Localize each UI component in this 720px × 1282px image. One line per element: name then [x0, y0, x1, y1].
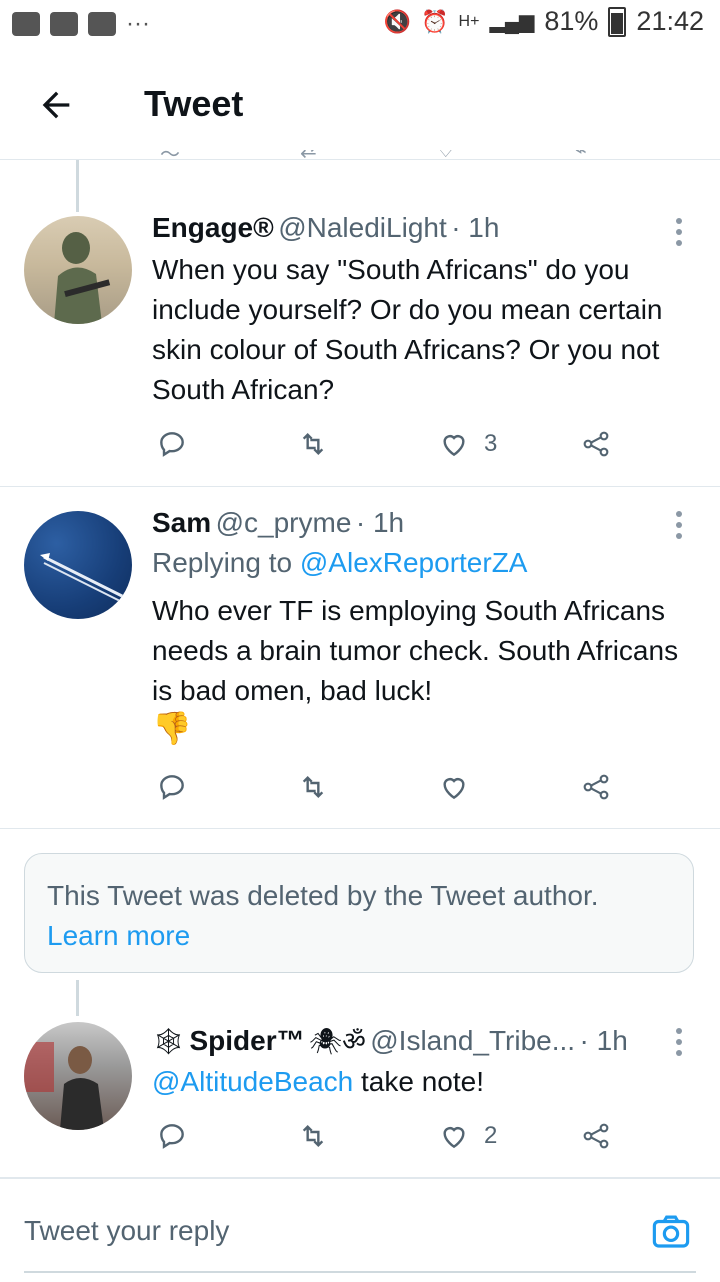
- heart-icon: [443, 778, 465, 800]
- page-title: Tweet: [144, 83, 244, 124]
- tweet-actions: 2: [156, 1120, 616, 1160]
- retweet-button[interactable]: [296, 771, 330, 803]
- tweet-time: · 1h: [579, 1025, 628, 1056]
- news-icon: [88, 12, 116, 36]
- like-count: 2: [484, 1122, 498, 1149]
- author-handle[interactable]: @NalediLight: [278, 212, 447, 243]
- clock: 21:42: [636, 6, 704, 36]
- share-button[interactable]: [580, 428, 612, 460]
- tweet-2[interactable]: Sam @c_pryme · 1h Replying to @AlexRepor…: [0, 487, 720, 828]
- more-options-icon[interactable]: [676, 1028, 684, 1061]
- tweet-time: · 1h: [451, 212, 500, 243]
- reply-icon: [160, 1124, 184, 1149]
- author-name[interactable]: Sam: [152, 507, 211, 538]
- share-button[interactable]: [580, 1120, 612, 1152]
- avatar[interactable]: [24, 511, 132, 619]
- divider: [0, 828, 720, 829]
- tweet-text: Who ever TF is employing South Africans …: [152, 595, 679, 706]
- reply-button[interactable]: [156, 771, 188, 803]
- tweet-3[interactable]: 🕸 Spider™ 🕷ॐ @Island_Tribe... · 1h @Alti…: [0, 1016, 720, 1176]
- previous-tweet-actions: 〜⇄♡⌁: [160, 150, 620, 160]
- camera-icon[interactable]: [650, 1211, 692, 1253]
- name-emojis: 🕷ॐ: [309, 1026, 366, 1056]
- more-options-icon[interactable]: [676, 511, 684, 544]
- battery-icon: [608, 6, 627, 37]
- network-icon: H+: [458, 12, 480, 30]
- like-button[interactable]: 3: [438, 428, 497, 460]
- like-button[interactable]: [438, 771, 484, 803]
- retweet-icon: [302, 432, 324, 456]
- video-icon: [50, 12, 78, 36]
- mute-icon: 🔇: [383, 8, 412, 34]
- tweet-actions: 3: [156, 428, 616, 468]
- tweet-time: · 1h: [355, 507, 405, 538]
- avatar[interactable]: [24, 216, 132, 324]
- gallery-icon: [12, 12, 40, 36]
- thumbs-down-emoji: 👎: [152, 710, 192, 746]
- reply-input-underline: [24, 1271, 696, 1273]
- share-icon: [583, 774, 609, 800]
- retweet-button[interactable]: [296, 428, 330, 460]
- retweet-button[interactable]: [296, 1120, 330, 1152]
- thread-line: [76, 980, 79, 1016]
- author-handle[interactable]: @c_pryme: [216, 507, 352, 538]
- back-arrow-icon[interactable]: [36, 85, 76, 125]
- deleted-notice-text: This Tweet was deleted by the Tweet auth…: [47, 880, 599, 911]
- heart-icon: [443, 435, 465, 457]
- share-icon: [583, 431, 609, 457]
- status-bar: ··· 🔇 ⏰ H+ ▂▄▆ 81% 21:42: [0, 0, 720, 50]
- more-notifications-icon: ···: [126, 10, 150, 37]
- reply-composer: Tweet your reply: [0, 1177, 720, 1282]
- like-count: 3: [484, 430, 498, 457]
- replying-to-link[interactable]: @AlexReporterZA: [300, 547, 528, 578]
- alarm-icon: ⏰: [421, 8, 449, 34]
- reply-icon: [160, 432, 184, 457]
- app-header: Tweet: [0, 55, 720, 160]
- author-handle[interactable]: @Island_Tribe...: [370, 1025, 575, 1056]
- tweet-actions: [156, 771, 616, 811]
- notification-icons: ···: [12, 10, 150, 38]
- signal-icon: ▂▄▆: [489, 11, 535, 33]
- replying-to: Replying to @AlexReporterZA: [152, 547, 528, 578]
- reply-button[interactable]: [156, 428, 188, 460]
- mention-link[interactable]: @AltitudeBeach: [152, 1066, 353, 1097]
- like-button[interactable]: 2: [438, 1120, 497, 1152]
- tweet-text: When you say "South Africans" do you inc…: [152, 254, 663, 405]
- tweet-text: @AltitudeBeach take note!: [152, 1066, 484, 1097]
- share-icon: [583, 1123, 609, 1149]
- more-options-icon[interactable]: [676, 218, 684, 251]
- learn-more-link[interactable]: Learn more: [47, 916, 671, 956]
- spiderweb-emoji: 🕸: [152, 1026, 186, 1056]
- author-name[interactable]: Engage®: [152, 212, 274, 243]
- heart-icon: [443, 1127, 465, 1149]
- deleted-tweet-notice: This Tweet was deleted by the Tweet auth…: [24, 853, 694, 973]
- reply-icon: [160, 775, 184, 800]
- status-right: 🔇 ⏰ H+ ▂▄▆ 81% 21:42: [384, 6, 704, 37]
- tweet-1[interactable]: Engage® @NalediLight · 1h When you say "…: [0, 160, 720, 486]
- retweet-icon: [302, 1124, 324, 1148]
- reply-input[interactable]: Tweet your reply: [24, 1215, 229, 1247]
- share-button[interactable]: [580, 771, 612, 803]
- author-name[interactable]: Spider™: [189, 1025, 304, 1056]
- avatar[interactable]: [24, 1022, 132, 1130]
- battery-percent: 81%: [544, 6, 599, 36]
- retweet-icon: [302, 775, 324, 799]
- reply-button[interactable]: [156, 1120, 188, 1152]
